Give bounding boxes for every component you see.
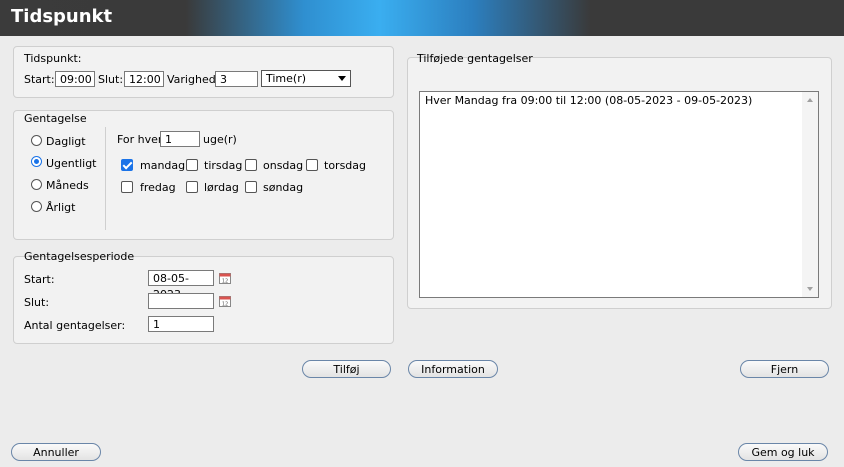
radio-maaneds-label: Måneds (46, 179, 89, 192)
interval-unit-label: uge(r) (203, 133, 237, 146)
radio-dagligt-label: Dagligt (46, 135, 86, 148)
calendar-icon[interactable]: 12 (219, 295, 231, 307)
annuller-button[interactable]: Annuller (11, 443, 101, 461)
calendar-icon[interactable]: 12 (219, 272, 231, 284)
for-hver-label: For hver (117, 133, 163, 146)
radio-ugentligt[interactable] (31, 156, 42, 167)
start-time-input[interactable]: 09:00 (55, 71, 95, 87)
antal-label: Antal gentagelser: (24, 319, 126, 332)
tilfoejede-legend: Tilføjede gentagelser (417, 52, 533, 65)
information-button[interactable]: Information (408, 360, 498, 378)
checkbox-fredag-label: fredag (140, 181, 176, 194)
svg-text:12: 12 (222, 279, 228, 285)
start-time-label: Start: (24, 73, 55, 86)
periode-slut-input[interactable] (148, 293, 214, 309)
end-time-input[interactable]: 12:00 (124, 71, 164, 87)
radio-ugentligt-label: Ugentligt (46, 157, 97, 170)
checkbox-loerdag-label: lørdag (204, 181, 239, 194)
end-time-label: Slut: (98, 73, 124, 86)
checkbox-soendag[interactable] (245, 181, 257, 193)
antal-input[interactable]: 1 (148, 316, 214, 332)
checkbox-tirsdag[interactable] (186, 159, 198, 171)
checkbox-fredag[interactable] (121, 181, 133, 193)
periode-slut-label: Slut: (24, 296, 50, 309)
checkbox-mandag[interactable] (121, 159, 133, 171)
periode-legend: Gentagelsesperiode (24, 250, 135, 263)
checkbox-soendag-label: søndag (263, 181, 304, 194)
checkbox-torsdag[interactable] (306, 159, 318, 171)
gentagelse-group (13, 110, 394, 240)
checkbox-onsdag[interactable] (245, 159, 257, 171)
checkbox-torsdag-label: torsdag (324, 159, 367, 172)
duration-unit-select[interactable]: Time(r) (261, 70, 351, 87)
chevron-down-icon (338, 76, 346, 81)
svg-text:12: 12 (222, 302, 228, 308)
periode-start-input[interactable]: 08-05-2023 (148, 270, 214, 301)
window-title: Tidspunkt (11, 6, 113, 27)
duration-unit-value: Time(r) (266, 72, 307, 85)
duration-label: Varighed: (167, 73, 220, 86)
gentagelse-legend: Gentagelse (24, 112, 87, 125)
radio-maaneds[interactable] (31, 179, 42, 190)
list-scrollbar[interactable] (802, 92, 818, 297)
fjern-button[interactable]: Fjern (740, 360, 829, 378)
recurrence-list[interactable]: Hver Mandag fra 09:00 til 12:00 (08-05-2… (419, 91, 819, 298)
checkbox-tirsdag-label: tirsdag (204, 159, 243, 172)
scroll-down-icon[interactable] (807, 287, 813, 291)
checkbox-onsdag-label: onsdag (263, 159, 304, 172)
gem-og-luk-button[interactable]: Gem og luk (738, 443, 828, 461)
radio-dagligt[interactable] (31, 135, 42, 146)
periode-start-label: Start: (24, 273, 55, 286)
checkbox-loerdag[interactable] (186, 181, 198, 193)
list-item[interactable]: Hver Mandag fra 09:00 til 12:00 (08-05-2… (425, 94, 752, 107)
tilfoej-button[interactable]: Tilføj (302, 360, 391, 378)
interval-input[interactable]: 1 (160, 131, 200, 147)
checkbox-mandag-label: mandag (140, 159, 186, 172)
gentagelse-divider (105, 127, 106, 230)
radio-aarligt-label: Årligt (46, 201, 76, 214)
radio-aarligt[interactable] (31, 201, 42, 212)
duration-input[interactable]: 3 (215, 71, 258, 87)
scroll-up-icon[interactable] (807, 98, 813, 102)
title-bar: Tidspunkt (0, 0, 844, 36)
tidspunkt-legend: Tidspunkt: (24, 52, 82, 65)
